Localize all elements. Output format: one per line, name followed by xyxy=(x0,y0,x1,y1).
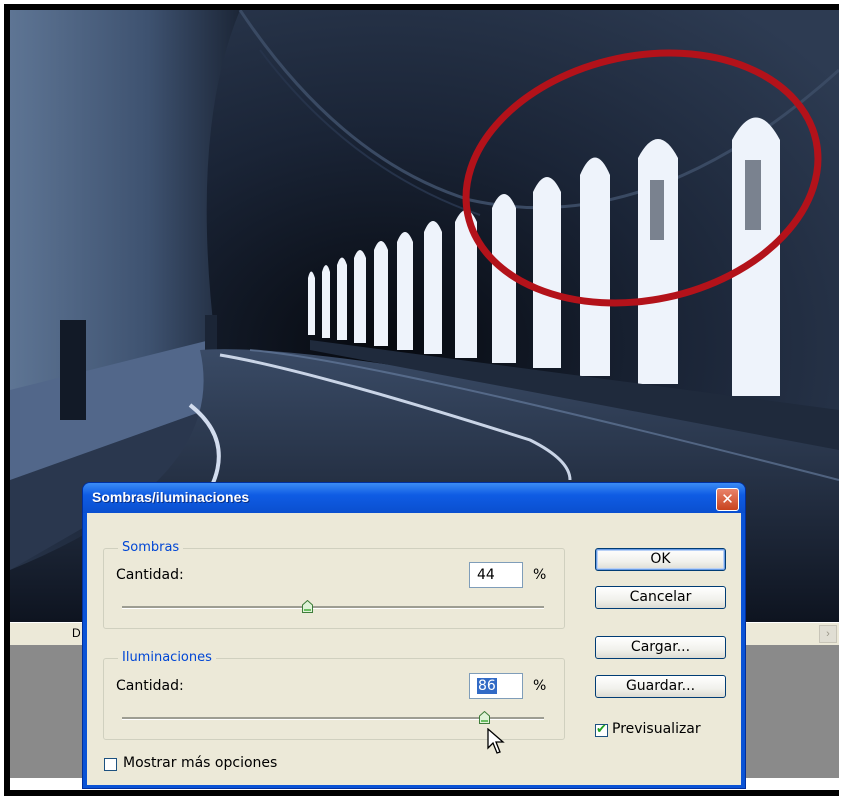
cancel-button[interactable]: Cancelar xyxy=(595,586,726,609)
shadows-amount-label: Cantidad: xyxy=(116,567,184,583)
close-icon[interactable]: ✕ xyxy=(716,488,739,511)
preview-checkbox[interactable]: ✔ xyxy=(595,722,608,737)
highlights-amount-label: Cantidad: xyxy=(116,678,184,694)
shadows-percent-unit: % xyxy=(533,567,547,583)
highlights-amount-value: 86 xyxy=(477,678,497,694)
shadows-highlights-dialog: Sombras/iluminaciones ✕ Sombras Cantidad… xyxy=(83,483,745,788)
shadows-group: Sombras Cantidad: 44 % xyxy=(103,540,565,629)
dialog-title: Sombras/iluminaciones xyxy=(92,489,250,505)
shadows-amount-input[interactable]: 44 xyxy=(469,562,523,588)
save-button[interactable]: Guardar... xyxy=(595,675,726,698)
more-options-label[interactable]: Mostrar más opciones xyxy=(123,755,277,771)
highlights-legend: Iluminaciones xyxy=(118,650,216,665)
shadows-slider-track[interactable] xyxy=(122,606,544,609)
slider-thumb-icon[interactable] xyxy=(479,711,491,724)
scroll-right-icon[interactable]: › xyxy=(819,625,837,643)
more-options-checkbox[interactable] xyxy=(104,758,117,771)
dialog-body: Sombras Cantidad: 44 % Iluminaciones Can… xyxy=(87,513,741,785)
shadows-legend: Sombras xyxy=(118,540,184,555)
slider-thumb-icon[interactable] xyxy=(302,600,314,613)
load-button[interactable]: Cargar... xyxy=(595,636,726,659)
preview-label[interactable]: Previsualizar xyxy=(612,721,701,737)
shadows-amount-value: 44 xyxy=(477,567,495,583)
dialog-title-bar[interactable]: Sombras/iluminaciones ✕ xyxy=(83,483,745,513)
status-text: D xyxy=(72,626,81,640)
mouse-cursor-icon xyxy=(487,728,505,754)
highlights-amount-input[interactable]: 86 xyxy=(469,673,523,699)
checkmark-icon: ✔ xyxy=(596,722,607,737)
ok-button[interactable]: OK xyxy=(595,548,726,571)
highlights-percent-unit: % xyxy=(533,678,547,694)
